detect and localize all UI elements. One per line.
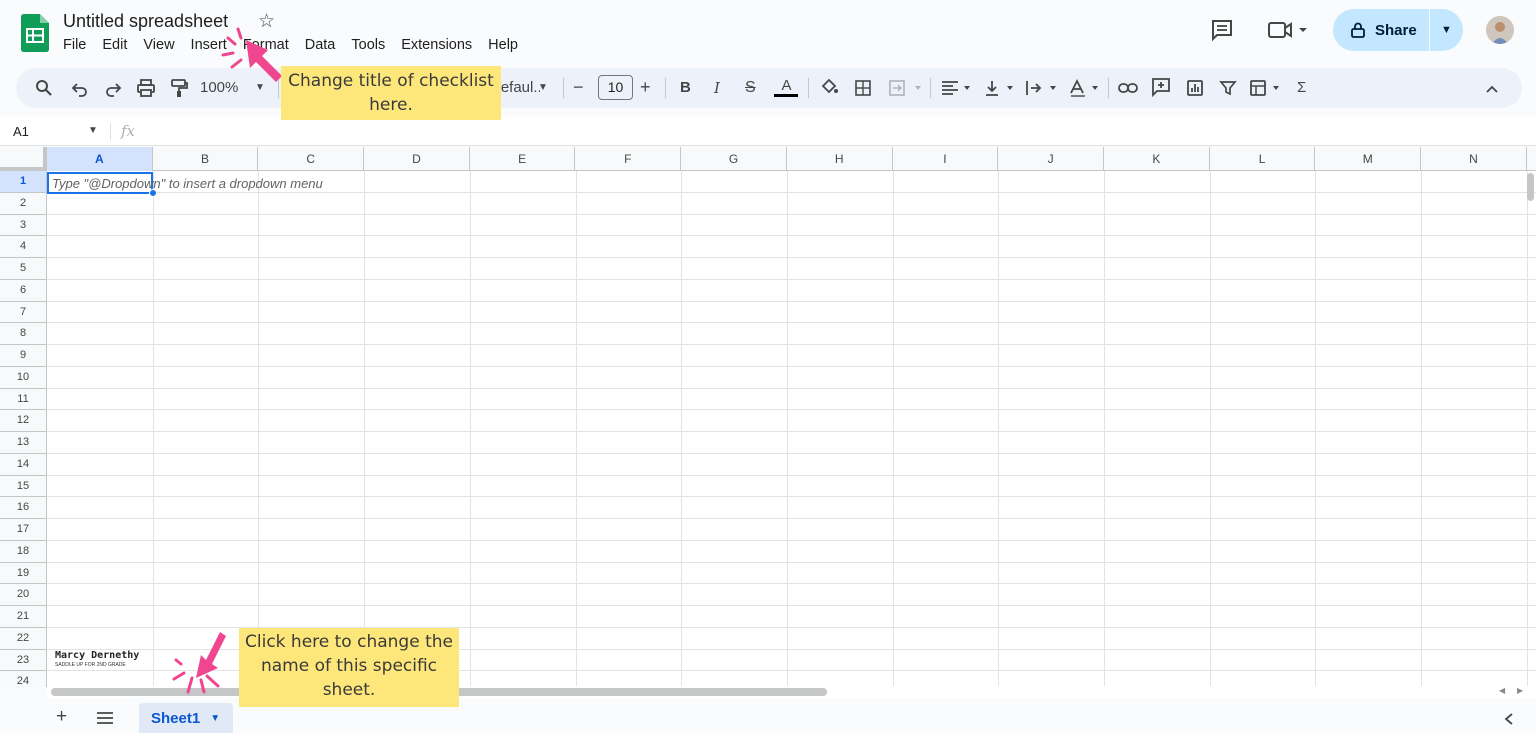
sheets-app: Untitled spreadsheet ☆ File Edit View In… xyxy=(0,0,1536,733)
arrow-to-sheet-tab-icon xyxy=(196,632,226,678)
watermark-logo: Marcy Dernethy SADDLE UP FOR 2ND GRADE xyxy=(55,650,140,672)
watermark-line2: SADDLE UP FOR 2ND GRADE xyxy=(55,662,126,668)
watermark-line1: Marcy Dernethy xyxy=(55,650,140,661)
arrow-to-title-icon xyxy=(246,40,282,82)
sparkle-top-icon xyxy=(221,27,243,69)
sheet-name-callout: Click here to change the name of this sp… xyxy=(239,628,459,707)
annotation-arrows xyxy=(172,27,282,694)
title-callout: Change title of checklist here. xyxy=(281,66,501,120)
